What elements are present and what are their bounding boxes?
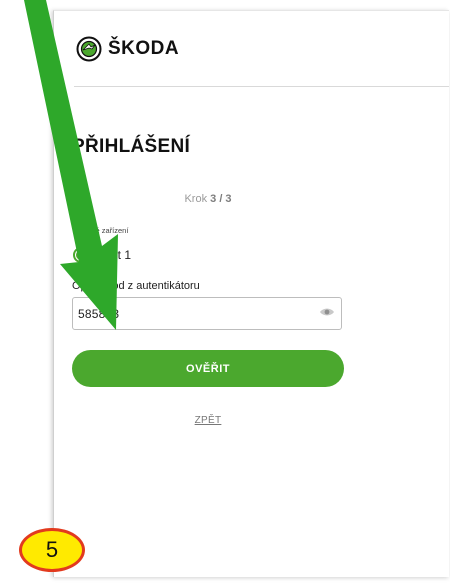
step-value: 3 / 3 [210, 193, 232, 205]
login-card: ŠKODA [53, 10, 449, 577]
radio-selected-dot [76, 250, 86, 260]
verify-button[interactable]: OVĚŘIT [72, 350, 344, 387]
brand-logo: ŠKODA [76, 36, 179, 62]
code-input[interactable]: 585883 [72, 297, 342, 330]
step-indicator: Krok 3 / 3 [72, 193, 344, 205]
back-link[interactable]: ZPĚT [72, 415, 344, 426]
step-prefix: Krok [184, 193, 208, 205]
device-radio[interactable] [73, 247, 89, 263]
device-name: Test 1 [99, 248, 132, 262]
device-option[interactable]: Test 1 [73, 247, 131, 263]
code-input-value: 585883 [78, 306, 120, 321]
brand-name: ŠKODA [108, 38, 180, 59]
code-label: Opište kód z autentikátoru [72, 280, 200, 292]
eye-icon[interactable] [319, 306, 335, 318]
header-divider [74, 86, 449, 87]
device-label: Vybrané zařízení [72, 226, 129, 235]
skoda-logo-icon [76, 36, 102, 62]
page-title: PŘIHLÁŠENÍ [72, 136, 191, 157]
step-number-badge: 5 [19, 528, 85, 572]
